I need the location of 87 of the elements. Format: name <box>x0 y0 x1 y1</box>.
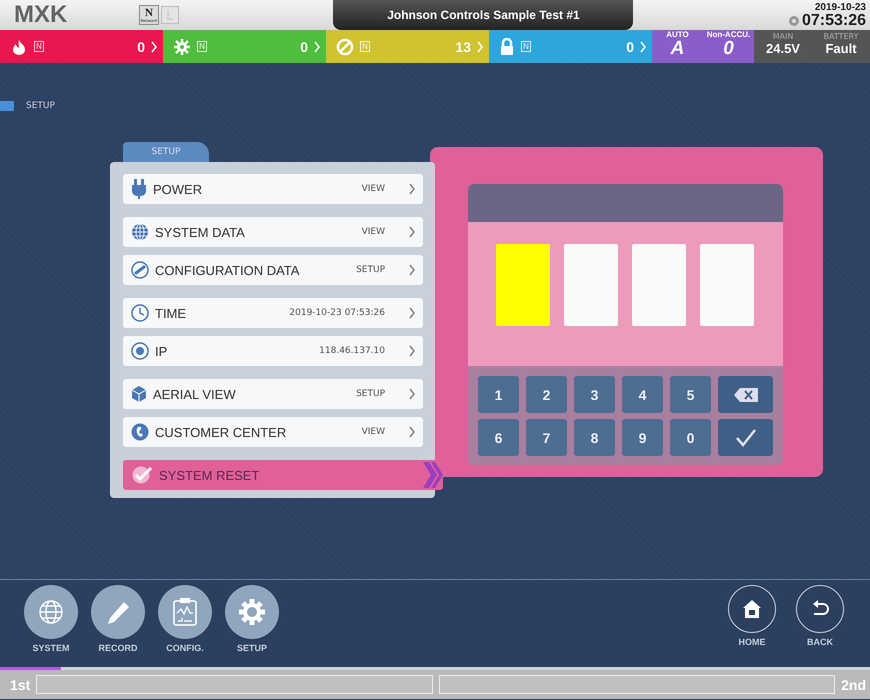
flame-icon <box>10 38 28 54</box>
menu-item[interactable]: CONFIGURATION DATA SETUP <box>123 255 423 285</box>
plug-icon <box>131 179 147 199</box>
chevron-icon <box>409 183 415 195</box>
digit-key[interactable]: 0 <box>670 419 711 456</box>
event-count: 13 <box>455 38 471 54</box>
digit-key[interactable]: 5 <box>670 376 711 413</box>
status-segment[interactable]: N 0 <box>0 30 163 63</box>
phone-circle-icon <box>131 423 149 441</box>
network-tag: N <box>360 41 370 52</box>
backspace-icon <box>734 388 758 402</box>
logo: MXK <box>14 1 68 29</box>
chevron-icon <box>151 40 157 52</box>
pin-slot[interactable] <box>496 244 550 326</box>
cube-icon <box>131 385 147 403</box>
check-icon <box>736 428 756 446</box>
item-value: VIEW <box>362 427 385 437</box>
pin-slot[interactable] <box>564 244 618 326</box>
lock-icon <box>499 38 515 56</box>
globe-icon <box>38 598 64 624</box>
item-value: 2019-10-23 07:53:26 <box>289 308 385 318</box>
menu-item[interactable]: SYSTEM RESET <box>123 460 443 490</box>
setup-tab[interactable]: SETUP <box>123 142 209 162</box>
status-segment[interactable]: N 0 <box>489 30 652 63</box>
menu-item[interactable]: SYSTEM DATA VIEW <box>123 217 423 247</box>
link-badge-icon <box>161 6 179 24</box>
event-count: 0 <box>626 38 634 54</box>
breadcrumb: SETUP <box>26 101 55 111</box>
chevron-icon <box>409 264 415 276</box>
settings-icon <box>237 596 267 626</box>
digit-key[interactable]: 2 <box>526 376 567 413</box>
digit-key[interactable]: 6 <box>478 419 519 456</box>
status-segment[interactable]: N 0 <box>163 30 326 63</box>
digit-key[interactable]: 9 <box>622 419 663 456</box>
item-value: SETUP <box>356 389 385 399</box>
date-text: 2019-10-23 <box>814 2 866 12</box>
window-title: Johnson Controls Sample Test #1 <box>333 0 634 30</box>
event-count: 0 <box>137 38 145 54</box>
chevron-icon <box>409 426 415 438</box>
pin-slot[interactable] <box>700 244 754 326</box>
network-tag: N <box>34 41 44 52</box>
chevron-icon <box>477 40 483 52</box>
digit-key[interactable]: 7 <box>526 419 567 456</box>
floor-label: 2nd <box>841 676 866 692</box>
breadcrumb-marker <box>0 101 14 111</box>
non-accu-indicator: Non-ACCU. 0 <box>703 30 754 63</box>
pin-slot[interactable] <box>632 244 686 326</box>
globe-icon <box>131 223 149 241</box>
menu-item[interactable]: CUSTOMER CENTER VIEW <box>123 417 423 447</box>
chevron-icon <box>640 40 646 52</box>
main-voltage: MAIN 24.5V <box>754 30 812 63</box>
item-value: 118.46.137.10 <box>319 346 385 356</box>
link-circle-icon <box>131 261 149 279</box>
chevron-icon <box>409 226 415 238</box>
menu-item[interactable]: TIME 2019-10-23 07:53:26 <box>123 298 423 328</box>
backspace-key[interactable] <box>718 376 773 413</box>
event-count: 0 <box>300 38 308 54</box>
digit-key[interactable]: 1 <box>478 376 519 413</box>
item-value: SETUP <box>356 265 385 275</box>
network-tag: N <box>521 41 531 52</box>
digit-key[interactable]: 4 <box>622 376 663 413</box>
target-icon <box>131 342 149 360</box>
prohibited-icon <box>336 38 354 56</box>
menu-item[interactable]: POWER VIEW <box>123 174 423 204</box>
time-text: 07:53:26 <box>802 12 866 28</box>
clipboard-chart-icon <box>172 596 198 626</box>
network-tag: N <box>197 41 207 52</box>
confirm-key[interactable] <box>718 419 773 456</box>
chevron-icon <box>409 307 415 319</box>
globe-check-icon <box>131 465 153 485</box>
battery-status: BATTERY Fault <box>812 30 870 63</box>
auto-indicator: AUTO A <box>652 30 703 63</box>
home-icon <box>742 598 762 618</box>
menu-item[interactable]: IP 118.46.137.10 <box>123 336 423 366</box>
item-value: VIEW <box>362 227 385 237</box>
double-chevron-icon <box>423 462 443 488</box>
chevron-icon <box>409 345 415 357</box>
chevron-icon <box>314 40 320 52</box>
digit-key[interactable]: 3 <box>574 376 615 413</box>
item-value: VIEW <box>362 184 385 194</box>
floor-label: 1st <box>10 676 30 692</box>
chevron-icon <box>409 388 415 400</box>
nav-button[interactable]: BACK <box>790 584 850 662</box>
nav-button[interactable]: HOME <box>722 584 782 662</box>
clock-icon <box>131 304 149 322</box>
menu-item[interactable]: AERIAL VIEW SETUP <box>123 379 423 409</box>
digit-key[interactable]: 8 <box>574 419 615 456</box>
